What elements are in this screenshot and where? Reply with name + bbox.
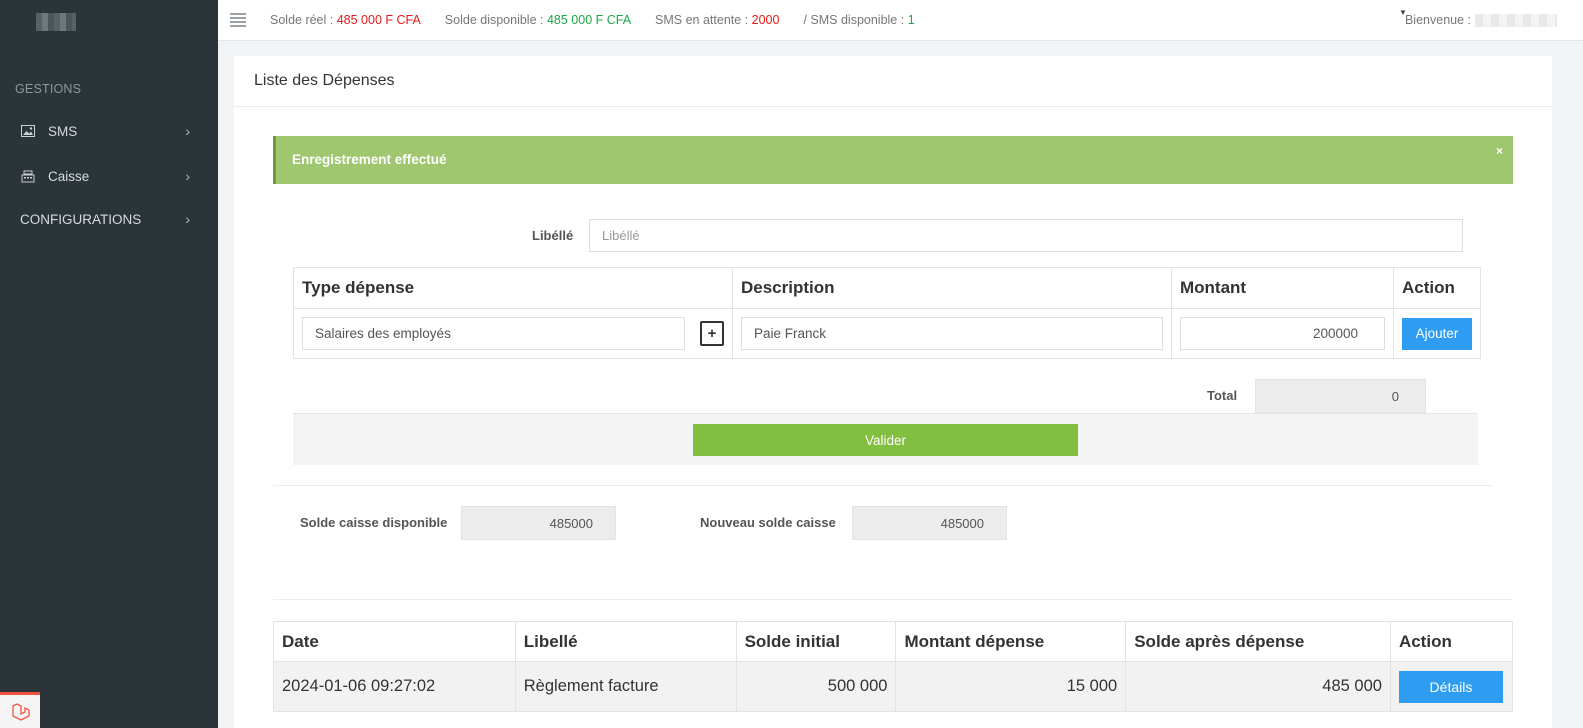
cell-libelle: Règlement facture bbox=[514, 661, 737, 712]
ajouter-button[interactable]: Ajouter bbox=[1402, 317, 1472, 350]
sidebar-item-label: CONFIGURATIONS bbox=[20, 211, 142, 227]
column-header: Libellé bbox=[514, 621, 737, 662]
solde-caisse-field: 485000 bbox=[461, 506, 616, 540]
column-header: Description bbox=[732, 267, 1172, 309]
table-row: 2024-01-06 09:27:02 Règlement facture 50… bbox=[273, 661, 1514, 712]
sms-en-attente-value: 2000 bbox=[751, 13, 780, 27]
solde-reel-value: 485 000 F CFA bbox=[336, 13, 421, 27]
success-alert: Enregistrement effectué × bbox=[273, 136, 1513, 184]
column-header: Montant bbox=[1171, 267, 1394, 309]
sidebar-item-configurations[interactable]: CONFIGURATIONS › bbox=[0, 199, 218, 239]
sidebar-item-caisse[interactable]: Caisse › bbox=[0, 156, 218, 196]
column-header: Action bbox=[1393, 267, 1481, 309]
close-icon[interactable]: × bbox=[1496, 144, 1503, 158]
divider bbox=[273, 485, 1493, 486]
caret-down-icon: ▼ bbox=[1398, 8, 1407, 17]
chevron-right-icon: › bbox=[185, 211, 190, 227]
total-field: 0 bbox=[1255, 379, 1426, 413]
app-logo[interactable] bbox=[36, 13, 76, 31]
sidebar-item-label: SMS bbox=[48, 123, 78, 139]
column-header: Solde après dépense bbox=[1125, 621, 1391, 662]
chevron-right-icon: › bbox=[185, 168, 190, 184]
menu-toggle-icon[interactable] bbox=[230, 13, 246, 27]
expense-input-row: Salaires des employés + Paie Franck 2000… bbox=[293, 308, 1481, 359]
image-icon bbox=[20, 124, 36, 138]
alert-message: Enregistrement effectué bbox=[292, 152, 447, 167]
sidebar: GESTIONS SMS › Caisse › CONFIGURATIONS › bbox=[0, 0, 218, 728]
expense-form-table: Type dépense Description Montant Action … bbox=[293, 267, 1481, 359]
cell-date: 2024-01-06 09:27:02 bbox=[273, 661, 516, 712]
chevron-right-icon: › bbox=[185, 123, 190, 139]
sms-en-attente: SMS en attente : 2000 bbox=[655, 13, 780, 27]
top-bar: Solde réel : 485 000 F CFA Solde disponi… bbox=[218, 0, 1583, 41]
welcome-label: Bienvenue : bbox=[1404, 13, 1471, 27]
description-input[interactable]: Paie Franck bbox=[741, 317, 1163, 350]
laravel-debug-icon[interactable] bbox=[0, 692, 40, 728]
total-label: Total bbox=[1207, 388, 1238, 403]
solde-reel: Solde réel : 485 000 F CFA bbox=[270, 13, 421, 27]
history-table: Date Libellé Solde initial Montant dépen… bbox=[273, 621, 1514, 712]
column-header: Date bbox=[273, 621, 516, 662]
montant-input[interactable]: 200000 bbox=[1180, 317, 1385, 350]
sms-disponible-value: 1 bbox=[907, 13, 915, 27]
username-redacted bbox=[1475, 13, 1557, 27]
column-header: Action bbox=[1389, 621, 1514, 662]
details-button[interactable]: Détails bbox=[1398, 670, 1503, 703]
sidebar-item-label: Caisse bbox=[48, 168, 90, 184]
sms-disponible: / SMS disponible : 1 bbox=[803, 13, 915, 27]
form-footer: Valider bbox=[293, 413, 1478, 465]
cash-register-icon bbox=[20, 169, 36, 183]
solde-caisse-label: Solde caisse disponible bbox=[300, 515, 448, 530]
nouveau-solde-field: 485000 bbox=[852, 506, 1007, 540]
cell-solde-initial: 500 000 bbox=[735, 661, 897, 712]
sidebar-item-sms[interactable]: SMS › bbox=[0, 111, 218, 151]
type-depense-select[interactable]: Salaires des employés bbox=[302, 317, 685, 350]
valider-button[interactable]: Valider bbox=[693, 424, 1078, 456]
cell-montant: 15 000 bbox=[895, 661, 1127, 712]
page-title: Liste des Dépenses bbox=[234, 56, 1552, 107]
nouveau-solde-label: Nouveau solde caisse bbox=[700, 515, 836, 530]
libelle-input[interactable] bbox=[589, 219, 1463, 252]
column-header: Montant dépense bbox=[895, 621, 1127, 662]
add-type-button[interactable]: + bbox=[700, 321, 724, 346]
main-panel: Liste des Dépenses Enregistrement effect… bbox=[234, 56, 1552, 728]
cell-solde-apres: 485 000 bbox=[1125, 661, 1391, 712]
libelle-label: Libéllé bbox=[532, 228, 574, 243]
user-menu[interactable]: ▼ Bienvenue : bbox=[1399, 8, 1557, 27]
solde-disponible: Solde disponible : 485 000 F CFA bbox=[444, 13, 632, 27]
column-header: Solde initial bbox=[735, 621, 897, 662]
sidebar-section-gestions: GESTIONS bbox=[15, 82, 82, 96]
column-header: Type dépense bbox=[293, 267, 733, 309]
divider bbox=[273, 599, 1513, 600]
solde-disponible-value: 485 000 F CFA bbox=[546, 13, 632, 27]
